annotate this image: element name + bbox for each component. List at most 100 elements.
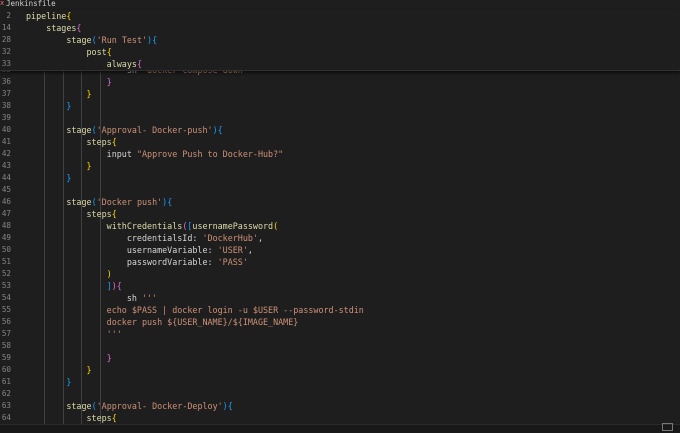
code-line[interactable]: 56 docker push ${USER_NAME}/${IMAGE_NAME…: [0, 316, 680, 328]
line-number: 46: [1, 197, 11, 206]
code-text: }: [26, 88, 92, 100]
code-line[interactable]: 48 withCredentials([usernamePassword(: [0, 220, 680, 232]
line-number: 49: [1, 233, 11, 242]
code-token: }: [86, 365, 92, 375]
code-token: steps: [26, 137, 112, 147]
code-line[interactable]: 50 usernameVariable: 'USER',: [0, 244, 680, 256]
code-token: ): [106, 269, 112, 279]
line-number: 55: [1, 305, 11, 314]
code-token: sh: [26, 293, 142, 303]
line-number: 63: [1, 401, 11, 410]
code-line[interactable]: 32 post{: [0, 46, 680, 58]
code-text: withCredentials([usernamePassword(: [26, 220, 278, 232]
code-line[interactable]: 52 ): [0, 268, 680, 280]
line-number: 56: [1, 317, 11, 326]
code-editor[interactable]: 35 sh 'docker compose down'36 }37 }38 }3…: [0, 64, 680, 424]
line-number: 36: [1, 77, 11, 86]
code-token: 'Approval- Docker-Deploy': [96, 401, 223, 411]
code-line[interactable]: 51 passwordVariable: 'PASS': [0, 256, 680, 268]
code-line[interactable]: 53 ]){: [0, 280, 680, 292]
code-token: {: [106, 47, 112, 57]
code-token: {: [227, 401, 233, 411]
line-number: 53: [1, 281, 11, 290]
line-number: 45: [1, 185, 11, 194]
code-line[interactable]: 62: [0, 388, 680, 400]
code-token: 'DockerHub': [202, 233, 258, 243]
code-token: }: [66, 101, 72, 111]
code-line[interactable]: 64 steps{: [0, 412, 680, 424]
code-token: 'USER': [217, 245, 248, 255]
code-token: 'Approval- Docker-push': [96, 125, 213, 135]
code-line[interactable]: 2 pipeline{: [0, 10, 680, 22]
editor-tab-bar: ⅹ Jenkinsfile: [0, 0, 680, 9]
code-line[interactable]: 42 input "Approve Push to Docker-Hub?": [0, 148, 680, 160]
code-line[interactable]: 55 echo $PASS | docker login -u $USER --…: [0, 304, 680, 316]
code-token: {: [111, 413, 117, 423]
code-text: }: [26, 352, 112, 364]
code-token: docker push ${USER_NAME}/${IMAGE_NAME}: [26, 317, 299, 327]
line-number: 52: [1, 269, 11, 278]
code-text: docker push ${USER_NAME}/${IMAGE_NAME}: [26, 316, 299, 328]
code-token: stage: [26, 125, 92, 135]
code-token: }: [66, 173, 72, 183]
code-line[interactable]: 57 ''': [0, 328, 680, 340]
code-token: {: [66, 11, 72, 21]
code-line[interactable]: 60 }: [0, 364, 680, 376]
code-token: always: [26, 59, 137, 69]
code-token: pipeline: [26, 11, 67, 21]
tab-jenkinsfile[interactable]: Jenkinsfile: [6, 0, 56, 8]
code-token: input: [26, 149, 137, 159]
code-line[interactable]: 59 }: [0, 352, 680, 364]
notification-icon[interactable]: [662, 423, 673, 431]
code-token: }: [86, 161, 92, 171]
line-number: 59: [1, 353, 11, 362]
code-token: (: [273, 221, 279, 231]
code-line[interactable]: 33 always{: [0, 58, 680, 70]
code-text: passwordVariable: 'PASS': [26, 256, 248, 268]
code-line[interactable]: 38 }: [0, 100, 680, 112]
line-number: 61: [1, 377, 11, 386]
code-line[interactable]: 46 stage('Docker push'){: [0, 196, 680, 208]
code-line[interactable]: 63 stage('Approval- Docker-Deploy'){: [0, 400, 680, 412]
code-token: }: [106, 77, 112, 87]
code-token: {: [217, 125, 223, 135]
code-line[interactable]: 28 stage('Run Test'){: [0, 34, 680, 46]
code-text: steps{: [26, 136, 117, 148]
code-line[interactable]: 37 }: [0, 88, 680, 100]
code-line[interactable]: 61 }: [0, 376, 680, 388]
code-line[interactable]: 45: [0, 184, 680, 196]
code-line[interactable]: 39: [0, 112, 680, 124]
code-line[interactable]: 44 }: [0, 172, 680, 184]
line-number: 28: [1, 35, 11, 44]
code-token: stage: [26, 197, 92, 207]
code-line[interactable]: 47 steps{: [0, 208, 680, 220]
code-text: }: [26, 172, 71, 184]
line-number: 37: [1, 89, 11, 98]
line-number: 41: [1, 137, 11, 146]
code-text: }: [26, 364, 92, 376]
code-line[interactable]: 49 credentialsId: 'DockerHub',: [0, 232, 680, 244]
code-token: ''': [26, 329, 122, 339]
code-line[interactable]: 54 sh ''': [0, 292, 680, 304]
code-line[interactable]: 14 stages{: [0, 22, 680, 34]
code-text: input "Approve Push to Docker-Hub?": [26, 148, 284, 160]
code-token: steps: [26, 413, 112, 423]
jenkins-file-icon: ⅹ: [0, 0, 5, 7]
code-line[interactable]: 36 }: [0, 76, 680, 88]
code-text: ): [26, 268, 112, 280]
code-token: {: [111, 209, 117, 219]
sticky-scroll-header[interactable]: 2 pipeline{14 stages{28 stage('Run Test')…: [0, 10, 680, 71]
code-line[interactable]: 41 steps{: [0, 136, 680, 148]
code-token: 'PASS': [217, 257, 248, 267]
code-line[interactable]: 40 stage('Approval- Docker-push'){: [0, 124, 680, 136]
line-number: 33: [1, 59, 11, 68]
code-line[interactable]: 43 }: [0, 160, 680, 172]
code-line[interactable]: 58: [0, 340, 680, 352]
code-text: steps{: [26, 412, 117, 424]
